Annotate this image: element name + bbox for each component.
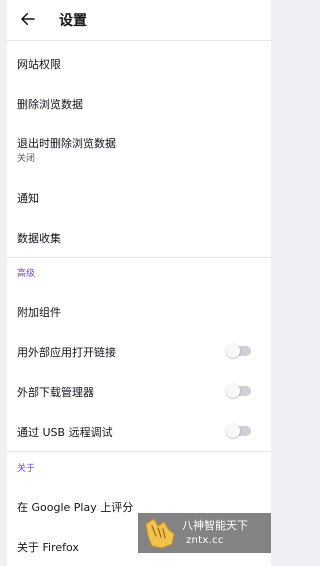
- notifications-label: 通知: [17, 192, 39, 205]
- site-permissions-label: 网站权限: [17, 58, 61, 71]
- usb-remote-debugging-label: 通过 USB 远程调试: [17, 426, 113, 439]
- notifications-item[interactable]: 通知: [7, 186, 271, 208]
- back-button[interactable]: [17, 8, 39, 30]
- addons-label: 附加组件: [17, 306, 61, 319]
- delete-on-quit-value: 关闭: [17, 154, 36, 164]
- external-download-manager-item[interactable]: 外部下载管理器: [7, 380, 271, 402]
- settings-screen: 设置 网站权限 删除浏览数据 退出时删除浏览数据 关闭 通知 数据收集 高级 附…: [0, 0, 279, 566]
- open-links-external-item[interactable]: 用外部应用打开链接: [7, 340, 271, 362]
- delete-on-quit-item[interactable]: 退出时删除浏览数据 关闭: [7, 132, 271, 164]
- site-permissions-item[interactable]: 网站权限: [7, 52, 271, 74]
- rate-google-play-label: 在 Google Play 上评分: [17, 501, 134, 514]
- section-divider: [7, 451, 271, 452]
- settings-panel: 设置 网站权限 删除浏览数据 退出时删除浏览数据 关闭 通知 数据收集 高级 附…: [7, 0, 271, 566]
- about-firefox-label: 关于 Firefox: [17, 541, 79, 554]
- toggle-knob: [226, 344, 240, 358]
- watermark: 八神智能天下 zntx.cc: [138, 513, 271, 553]
- toolbar: 设置: [7, 0, 271, 40]
- hand-logo-icon: [145, 518, 175, 549]
- external-download-manager-label: 外部下载管理器: [17, 386, 94, 399]
- external-download-manager-toggle[interactable]: [226, 384, 251, 398]
- delete-browsing-data-label: 删除浏览数据: [17, 98, 83, 111]
- toolbar-divider: [7, 40, 271, 41]
- addons-item[interactable]: 附加组件: [7, 300, 271, 322]
- usb-remote-debugging-toggle[interactable]: [226, 424, 251, 438]
- section-header-advanced: 高级: [17, 269, 36, 279]
- data-collection-item[interactable]: 数据收集: [7, 226, 271, 248]
- data-collection-label: 数据收集: [17, 232, 61, 245]
- section-header-about: 关于: [17, 464, 36, 474]
- open-links-external-label: 用外部应用打开链接: [17, 346, 116, 359]
- delete-browsing-data-item[interactable]: 删除浏览数据: [7, 92, 271, 114]
- section-divider: [7, 257, 271, 258]
- watermark-line2: zntx.cc: [186, 535, 224, 546]
- page-title: 设置: [59, 13, 87, 29]
- toggle-knob: [226, 424, 240, 438]
- open-links-external-toggle[interactable]: [226, 344, 251, 358]
- watermark-line1: 八神智能天下: [182, 519, 248, 532]
- arrow-left-icon: [21, 13, 35, 25]
- usb-remote-debugging-item[interactable]: 通过 USB 远程调试: [7, 420, 271, 442]
- delete-on-quit-label: 退出时删除浏览数据: [17, 137, 116, 150]
- toggle-knob: [226, 384, 240, 398]
